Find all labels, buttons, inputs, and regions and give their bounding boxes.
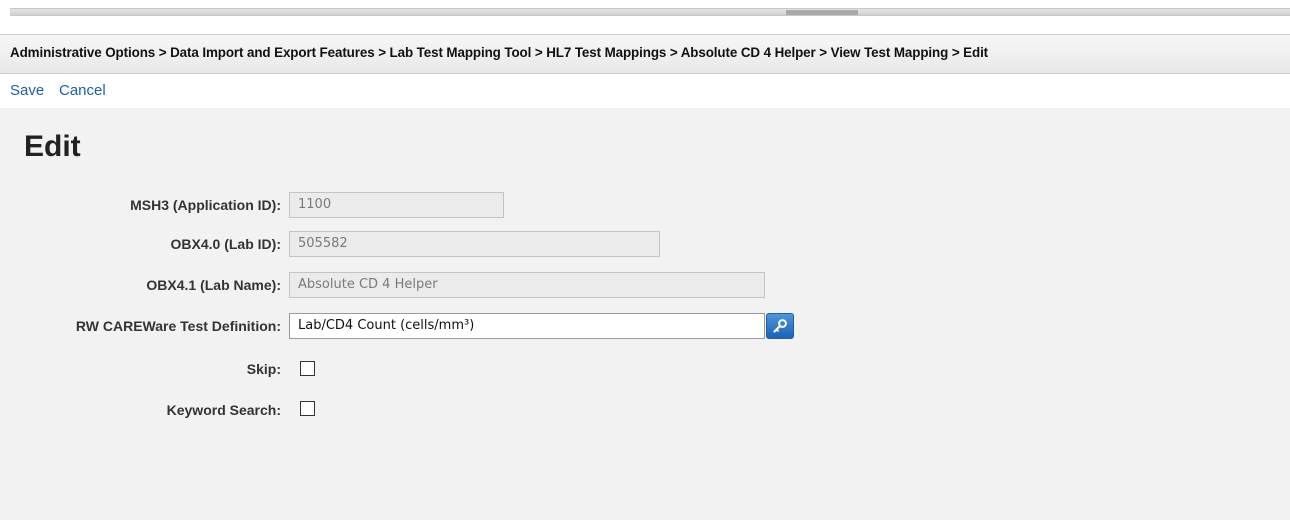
- window-top-area: [0, 0, 1290, 34]
- msh3-field: 1100: [289, 192, 504, 218]
- action-bar: Save Cancel: [0, 74, 1290, 108]
- page-title: Edit: [24, 130, 81, 163]
- skip-checkbox[interactable]: [300, 361, 315, 376]
- obx41-field: Absolute CD 4 Helper: [289, 272, 765, 298]
- scrollbar-thumb[interactable]: [786, 10, 858, 15]
- breadcrumb-bar: Administrative Options > Data Import and…: [0, 34, 1290, 74]
- obx40-field: 505582: [289, 231, 660, 257]
- obx40-label: OBX4.0 (Lab ID):: [170, 236, 281, 252]
- cancel-link[interactable]: Cancel: [59, 82, 106, 99]
- keyword-search-checkbox[interactable]: [300, 401, 315, 416]
- test-definition-lookup-button[interactable]: [766, 313, 794, 339]
- key-icon: [773, 319, 787, 333]
- keyword-search-label: Keyword Search:: [166, 402, 281, 418]
- test-definition-input[interactable]: Lab/CD4 Count (cells/mm³): [289, 313, 765, 339]
- save-link[interactable]: Save: [10, 82, 44, 99]
- msh3-label: MSH3 (Application ID):: [130, 197, 281, 213]
- test-definition-label: RW CAREWare Test Definition:: [75, 318, 281, 334]
- obx41-label: OBX4.1 (Lab Name):: [146, 277, 281, 293]
- skip-label: Skip:: [246, 361, 281, 377]
- horizontal-scrollbar[interactable]: [10, 8, 1290, 16]
- breadcrumb: Administrative Options > Data Import and…: [10, 45, 989, 60]
